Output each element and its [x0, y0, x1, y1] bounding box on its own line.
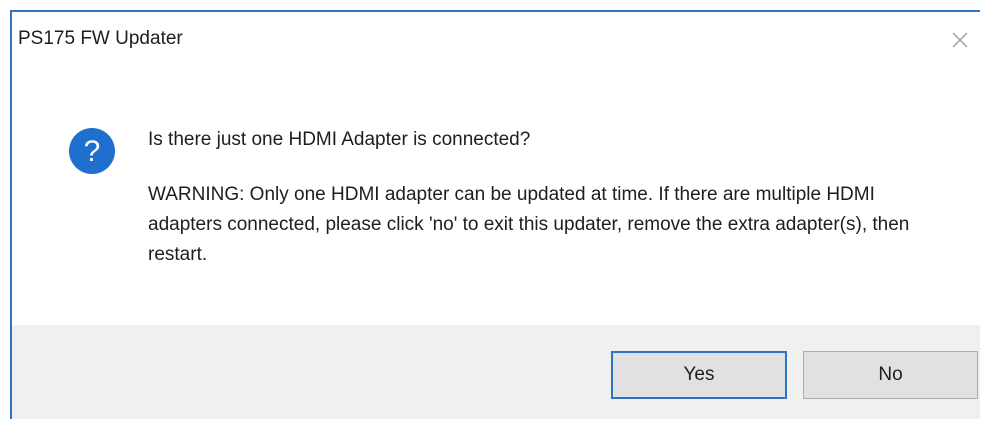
no-button[interactable]: No: [803, 351, 978, 399]
question-icon: ?: [68, 127, 116, 175]
question-text: Is there just one HDMI Adapter is connec…: [148, 129, 531, 150]
yes-button[interactable]: Yes: [611, 351, 787, 399]
message-body: Is there just one HDMI Adapter is connec…: [148, 128, 940, 270]
warning-text: WARNING: Only one HDMI adapter can be up…: [148, 184, 910, 265]
window-title: PS175 FW Updater: [18, 28, 183, 49]
button-bar: Yes No: [12, 325, 980, 419]
title-bar[interactable]: PS175 FW Updater: [12, 12, 980, 72]
svg-text:?: ?: [84, 135, 101, 168]
close-icon[interactable]: [946, 26, 974, 54]
message-dialog: PS175 FW Updater ? Is there just one HDM…: [10, 10, 980, 419]
